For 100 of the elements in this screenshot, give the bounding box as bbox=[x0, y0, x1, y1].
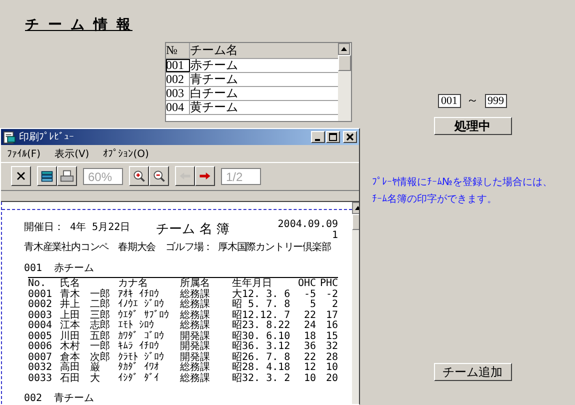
menu-item[interactable]: ﾌｧｲﾙ(F) bbox=[7, 148, 41, 160]
close-button[interactable] bbox=[343, 131, 357, 143]
member-cell-text: 開発課 bbox=[180, 332, 211, 342]
report-heading: チーム 名 簿 bbox=[156, 221, 230, 238]
member-cell-text: 0005 bbox=[28, 332, 54, 342]
member-cell-text: 24 bbox=[302, 321, 316, 332]
team-name-cell[interactable]: 赤チーム bbox=[190, 59, 338, 72]
member-cell-text: ｲｼﾀﾞ ﾀﾞｲ bbox=[118, 374, 160, 384]
member-cell-text: 木村 一郎 bbox=[60, 342, 111, 352]
member-cell-text: -5 bbox=[302, 290, 316, 300]
member-cell-text: 総務課 bbox=[180, 321, 211, 331]
add-team-button[interactable]: チーム追加 bbox=[434, 363, 512, 381]
member-cell-text: 10 bbox=[324, 363, 338, 374]
maximize-icon bbox=[329, 133, 337, 141]
member-cell-text: ｱｵｷ ｲﾁﾛｳ bbox=[118, 290, 160, 300]
maximize-button[interactable] bbox=[326, 131, 340, 143]
member-cell-text: 上田 三郎 bbox=[60, 310, 111, 320]
column-header: 氏名 bbox=[60, 279, 81, 289]
info-note: ﾁｰﾑ名簿の印字ができます。 bbox=[372, 194, 498, 205]
team-name-cell[interactable]: 白チーム bbox=[190, 87, 338, 100]
member-cell-text: 川田 五郎 bbox=[60, 332, 111, 342]
column-header: PHC bbox=[318, 279, 338, 290]
member-cell-text: 石田 大 bbox=[60, 374, 101, 384]
member-cell-text: 15 bbox=[324, 332, 338, 342]
member-cell-text: 16 bbox=[324, 321, 338, 332]
page-number: 1 bbox=[332, 230, 338, 241]
screen-title: チ ー ム 情 報 bbox=[25, 16, 134, 34]
member-cell-text: 10 bbox=[302, 374, 316, 384]
event-name: 青木産業社内コンペ 春期大会 bbox=[24, 243, 156, 254]
golf-course: ゴルフ場： 厚木国際カントリー倶楽部 bbox=[166, 243, 331, 254]
column-header: № bbox=[166, 43, 190, 58]
range-start-field[interactable]: 001 bbox=[438, 94, 460, 108]
member-cell-text: 5 bbox=[308, 300, 316, 310]
member-cell-text: 0004 bbox=[28, 321, 54, 332]
member-cell-text: 江本 志郎 bbox=[60, 321, 111, 331]
column-header: OHC bbox=[296, 279, 316, 290]
member-cell-text: 総務課 bbox=[180, 300, 211, 310]
member-cell-text: 総務課 bbox=[180, 363, 211, 373]
page-setup-icon bbox=[40, 169, 54, 183]
member-cell-text: 12 bbox=[302, 363, 316, 374]
team-number-cell[interactable]: 002 bbox=[166, 73, 190, 86]
member-cell-text: 高田 巌 bbox=[60, 363, 101, 373]
scroll-thumb[interactable] bbox=[338, 55, 351, 71]
member-cell-text: 昭23. 8.22 bbox=[232, 321, 292, 331]
zoom-in-icon bbox=[132, 169, 146, 183]
member-cell-text: 22 bbox=[302, 310, 316, 320]
member-cell-text: 開発課 bbox=[180, 342, 211, 352]
print-date: 2004.09.09 bbox=[278, 220, 338, 230]
member-cell-text: 18 bbox=[302, 332, 316, 342]
member-cell-text: 昭12.12. 7 bbox=[232, 310, 292, 320]
scroll-up-icon[interactable] bbox=[338, 43, 350, 55]
member-cell-text: 開発課 bbox=[180, 352, 211, 362]
member-cell-text: 36 bbox=[302, 342, 316, 352]
member-cell-text: 0003 bbox=[28, 310, 54, 320]
member-cell-text: 32 bbox=[324, 342, 338, 352]
app-icon bbox=[3, 130, 16, 144]
member-cell-text: 昭28. 4.18 bbox=[232, 363, 292, 373]
print-button[interactable] bbox=[57, 166, 77, 186]
column-header: 生年月日 bbox=[232, 279, 273, 289]
member-cell-text: 28 bbox=[324, 352, 338, 362]
minimize-button[interactable] bbox=[311, 131, 325, 143]
member-cell-text: ｴﾓﾄ ｼﾛｳ bbox=[118, 321, 154, 331]
zoom-out-button[interactable] bbox=[149, 166, 169, 186]
close-icon bbox=[346, 133, 354, 141]
info-note: ﾌﾟﾚｰﾔ情報にﾁｰﾑ№を登録した場合には、 bbox=[372, 177, 552, 188]
page-setup-button[interactable] bbox=[37, 166, 57, 186]
process-button[interactable]: 処理中 bbox=[434, 117, 512, 135]
scrollbar[interactable] bbox=[338, 43, 351, 121]
member-cell-text: 0032 bbox=[28, 363, 54, 374]
member-cell-text: 倉本 次郎 bbox=[60, 352, 111, 362]
team-name-cell[interactable]: 青チーム bbox=[190, 73, 338, 86]
next-button[interactable] bbox=[195, 166, 215, 186]
close-button[interactable] bbox=[11, 166, 31, 186]
member-cell-text: ｶﾜﾀﾞ ｺﾞﾛｳ bbox=[118, 332, 166, 342]
member-cell-text: 2 bbox=[330, 300, 338, 310]
team-name-cell[interactable]: 黄チーム bbox=[190, 101, 338, 114]
member-cell-text: 総務課 bbox=[180, 374, 211, 384]
member-cell-text: 総務課 bbox=[180, 290, 211, 300]
team-number-cell[interactable]: 004 bbox=[166, 101, 190, 114]
menu-item[interactable]: ｵﾌﾟｼｮﾝ(O) bbox=[103, 148, 149, 160]
column-header: チーム名 bbox=[190, 43, 239, 58]
member-cell-text: 井上 二郎 bbox=[60, 300, 111, 310]
team-name: 赤チーム bbox=[54, 264, 94, 274]
member-cell-text: ｷﾑﾗ ｲﾁﾛｳ bbox=[118, 342, 160, 352]
member-cell-text: 昭 5. 7. 8 bbox=[232, 300, 292, 310]
window-title: 印刷ﾌﾟﾚﾋﾞｭｰ bbox=[19, 130, 75, 144]
member-cell-text: ﾀｶﾀﾞ ｲﾜｵ bbox=[118, 363, 160, 373]
team-number-cell[interactable]: 003 bbox=[166, 87, 190, 100]
team-number: 002 bbox=[24, 394, 42, 404]
member-cell-text: ｸﾗﾓﾄ ｼﾞﾛｳ bbox=[118, 352, 166, 362]
zoom-in-button[interactable] bbox=[129, 166, 149, 186]
member-cell-text: 昭32. 3. 2 bbox=[232, 374, 292, 384]
team-number: 001 bbox=[24, 264, 42, 274]
member-cell-text: 昭26. 7. 8 bbox=[232, 352, 292, 362]
member-cell-text: -2 bbox=[324, 290, 338, 300]
team-name: 青チーム bbox=[54, 394, 94, 404]
menu-item[interactable]: 表示(V) bbox=[54, 146, 90, 160]
range-end-field[interactable]: 999 bbox=[484, 94, 507, 108]
member-cell-text: 22 bbox=[302, 352, 316, 362]
column-header: No. bbox=[28, 279, 48, 290]
